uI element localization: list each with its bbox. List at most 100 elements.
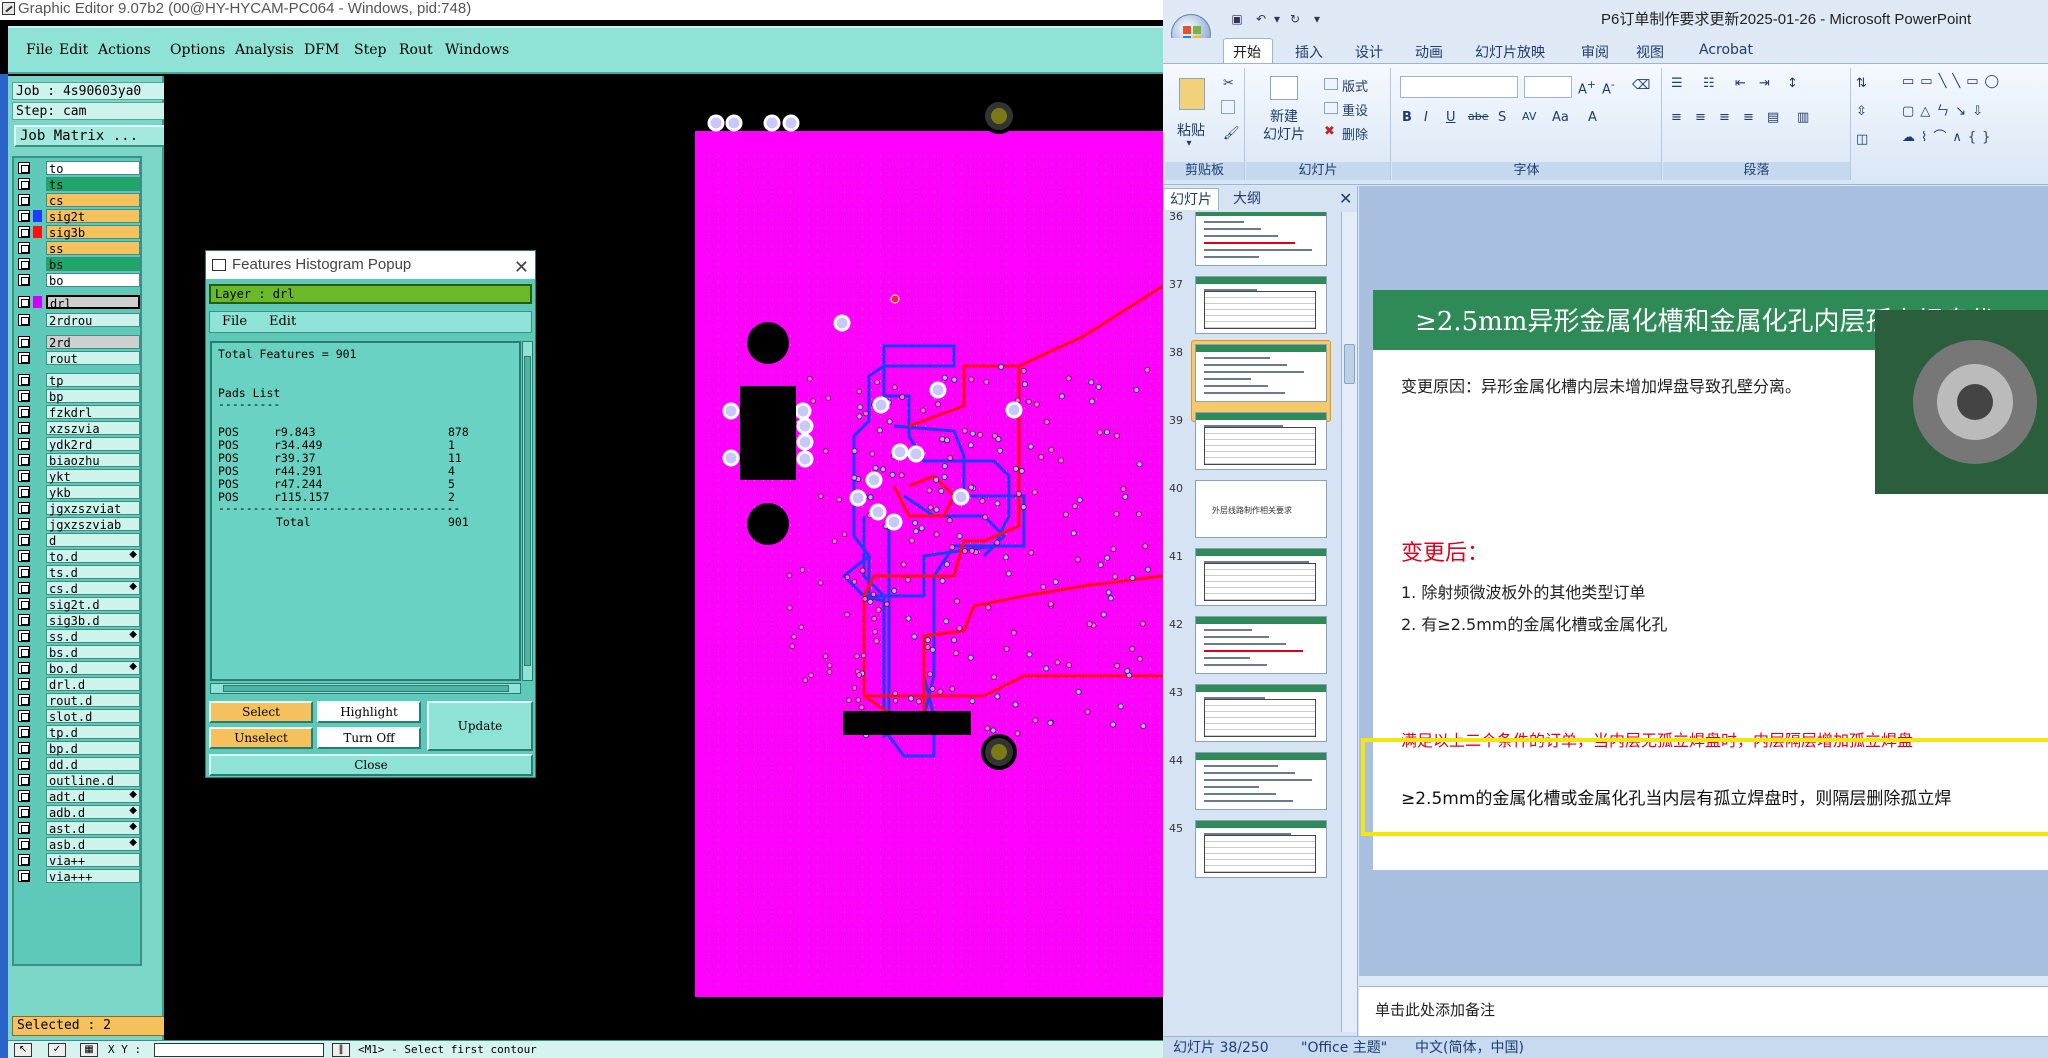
layer-checkbox[interactable] [18, 438, 30, 450]
highlight-button[interactable]: Highlight [317, 701, 421, 723]
menu-file[interactable]: File [26, 42, 53, 58]
menu-options[interactable]: Options [170, 42, 225, 58]
thumbnail-image[interactable] [1195, 344, 1327, 402]
layer-name[interactable]: adt.d [46, 789, 140, 804]
line-spacing-icon[interactable]: ↕ [1787, 76, 1798, 91]
layer-name[interactable]: bs [46, 257, 140, 272]
grow-font-icon[interactable]: A+ [1578, 78, 1596, 97]
numbering-icon[interactable]: ☷ [1703, 76, 1715, 91]
layer-row[interactable]: 2rdrou [16, 313, 140, 328]
layer-name[interactable]: bp [46, 389, 140, 404]
layer-row[interactable]: to.d ◆ [16, 549, 140, 564]
layer-checkbox[interactable] [18, 406, 30, 418]
text-direction-icon[interactable]: ⇅ [1856, 76, 1867, 91]
close-icon[interactable]: ✕ [514, 253, 529, 281]
layer-checkbox[interactable] [18, 838, 30, 850]
layer-name[interactable]: drl [46, 295, 140, 311]
update-button[interactable]: Update [427, 701, 533, 751]
shapes-gallery-icon-3[interactable]: ☁⌇⌒∧{} [1902, 126, 1996, 145]
layer-checkbox[interactable] [18, 758, 30, 770]
layer-checkbox[interactable] [18, 518, 30, 530]
thumbnail-image[interactable] [1195, 276, 1327, 334]
smartart-icon[interactable]: ◫ [1856, 132, 1868, 147]
layer-name[interactable]: ykb [46, 485, 140, 500]
layer-row[interactable]: tp.d [16, 725, 140, 740]
layer-checkbox[interactable] [18, 242, 30, 254]
job-matrix-button[interactable]: Job Matrix ... [14, 125, 166, 147]
scroll-thumb[interactable] [524, 356, 531, 666]
layer-name[interactable]: ss [46, 241, 140, 256]
layer-checkbox[interactable] [18, 742, 30, 754]
layer-name[interactable]: via++ [46, 853, 140, 868]
layer-row[interactable]: cs [16, 193, 140, 208]
layer-checkbox[interactable] [18, 194, 30, 206]
layer-name[interactable]: 2rd [46, 335, 140, 350]
columns-icon[interactable]: ▥ [1797, 110, 1809, 125]
paste-button[interactable]: 粘贴 [1171, 120, 1211, 140]
customize-qat-icon[interactable]: ▾ [1309, 12, 1325, 26]
current-slide[interactable]: ≥2.5mm异形金属化槽和金属化孔内层孤立焊盘优变更原因：异形金属化槽内层未增加… [1359, 186, 2048, 976]
layer-checkbox[interactable] [18, 486, 30, 498]
layer-row[interactable]: drl [16, 295, 140, 311]
layer-name[interactable]: bo [46, 273, 140, 288]
grid-tool-icon[interactable]: ▦ [80, 1043, 98, 1057]
new-slide-label-2[interactable]: 幻灯片 [1252, 124, 1316, 144]
layer-name[interactable]: dd.d [46, 757, 140, 772]
layer-checkbox[interactable] [18, 694, 30, 706]
unselect-button[interactable]: Unselect [209, 727, 313, 749]
layer-checkbox[interactable] [18, 614, 30, 626]
menu-analysis[interactable]: Analysis [235, 42, 294, 58]
font-size-combo[interactable] [1524, 76, 1572, 98]
layer-row[interactable]: bs [16, 257, 140, 272]
tab-acrobat[interactable]: Acrobat [1699, 42, 1753, 58]
tab-design[interactable]: 设计 [1355, 42, 1383, 62]
layer-row[interactable]: via+++ [16, 869, 140, 884]
thumbnails-scrollbar[interactable] [1341, 212, 1357, 1032]
layer-row[interactable]: ts [16, 177, 140, 192]
popup-menu-edit[interactable]: Edit [269, 312, 296, 332]
vertical-scrollbar[interactable] [522, 341, 533, 681]
scroll-thumb[interactable] [223, 685, 509, 692]
layer-checkbox[interactable] [18, 226, 30, 238]
layer-name[interactable]: sig3b.d [46, 613, 140, 628]
thumbnail-image[interactable]: 外层线路制作相关要求 [1195, 480, 1327, 538]
layer-row[interactable]: dd.d [16, 757, 140, 772]
slide-thumbnail[interactable]: 45 [1163, 818, 1341, 904]
layer-name[interactable]: sig2t [46, 209, 140, 224]
layer-row[interactable]: ts.d [16, 565, 140, 580]
layout-icon[interactable] [1324, 78, 1338, 90]
shapes-gallery-icon-2[interactable]: ▢△ㄣ↘⇩ [1902, 100, 1989, 119]
layer-name[interactable]: bo.d [46, 661, 140, 676]
layer-row[interactable]: sig2t.d [16, 597, 140, 612]
xy-field[interactable] [154, 1043, 324, 1057]
notes-pane[interactable]: 单击此处添加备注 [1359, 986, 2048, 1036]
layer-row[interactable]: bo [16, 273, 140, 288]
thumbnail-image[interactable] [1195, 752, 1327, 810]
thumbnail-image[interactable] [1195, 548, 1327, 606]
close-button[interactable]: Close [209, 754, 533, 776]
layer-row[interactable]: ykb [16, 485, 140, 500]
tab-home[interactable]: 开始 [1233, 42, 1261, 62]
shrink-font-icon[interactable]: A- [1602, 78, 1615, 97]
bullets-icon[interactable]: ☰ [1671, 76, 1683, 91]
delete-button[interactable]: 删除 [1342, 124, 1368, 143]
select-button[interactable]: Select [209, 701, 313, 723]
horizontal-scrollbar[interactable] [210, 683, 521, 694]
format-painter-icon[interactable]: 🖌 [1223, 126, 1240, 141]
layer-checkbox[interactable] [18, 314, 30, 326]
layer-checkbox[interactable] [18, 598, 30, 610]
layer-name[interactable]: asb.d [46, 837, 140, 852]
menu-rout[interactable]: Rout [399, 42, 433, 58]
popup-menu-file[interactable]: File [222, 312, 247, 332]
layer-name[interactable]: rout.d [46, 693, 140, 708]
menu-dfm[interactable]: DFM [304, 42, 339, 58]
layer-row[interactable]: asb.d ◆ [16, 837, 140, 852]
new-slide-icon[interactable] [1270, 76, 1298, 100]
layer-name[interactable]: ts [46, 177, 140, 192]
layer-name[interactable]: outline.d [46, 773, 140, 788]
layer-checkbox[interactable] [18, 210, 30, 222]
paste-dropdown-icon[interactable]: ▾ [1179, 138, 1199, 149]
layer-checkbox[interactable] [18, 582, 30, 594]
layer-checkbox[interactable] [18, 646, 30, 658]
align-text-icon[interactable]: ⇳ [1856, 104, 1867, 119]
